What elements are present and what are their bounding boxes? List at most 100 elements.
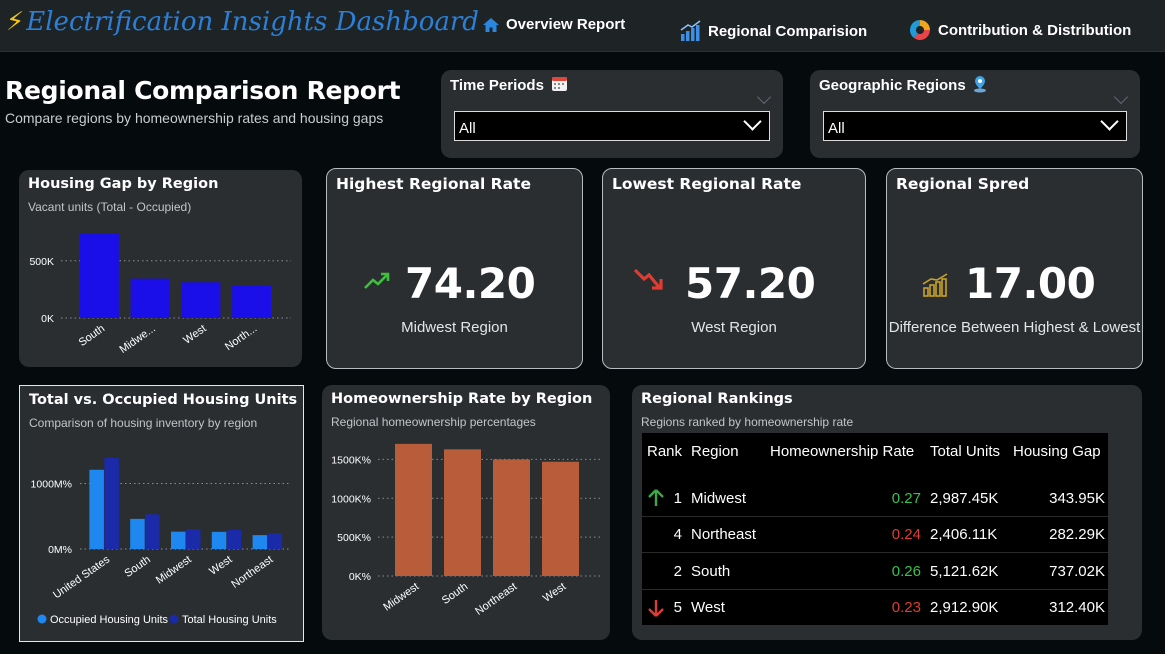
kpi-value: 57.20 (685, 259, 816, 308)
row-divider (642, 552, 1108, 553)
x-tick-label: South (440, 581, 470, 607)
chevron-down-icon (743, 112, 762, 131)
bar (181, 282, 221, 318)
total-units-cell: 2,912.90K (930, 599, 999, 616)
column-header-rank[interactable]: Rank (647, 443, 682, 460)
x-tick-label: Northeast (473, 581, 519, 618)
calendar-icon (552, 77, 568, 91)
kpi-caption: Difference Between Highest & Lowest (888, 319, 1141, 336)
bar (226, 530, 242, 549)
regional-spread-card: Regional Spred 17.00 Difference Between … (886, 168, 1143, 369)
bar (89, 469, 104, 549)
chevron-down-icon (756, 89, 772, 105)
dropdown-value: All (828, 120, 845, 137)
rankings-table: Rank Region Homeownership Rate Total Uni… (642, 433, 1108, 625)
legend-marker (37, 614, 47, 624)
nav-label: Contribution & Distribution (938, 21, 1132, 39)
housing-gap-cell: 312.40K (1049, 599, 1105, 616)
nav-overview-report[interactable]: Overview Report (482, 16, 625, 33)
housing-gap-card: Housing Gap by Region Vacant units (Tota… (19, 170, 302, 367)
rank-cell: 2 (673, 563, 682, 580)
region-cell: Midwest (691, 490, 747, 507)
total-units-cell: 5,121.62K (930, 563, 999, 580)
bar (130, 518, 145, 549)
region-cell: West (691, 599, 725, 616)
page-subtitle: Compare regions by homeownership rates a… (5, 110, 384, 126)
legend-marker (169, 614, 179, 624)
bar (444, 449, 481, 576)
dashboard-title: Electrification Insights Dashboard (26, 7, 479, 37)
geographic-region-slicer: Geographic Regions All (810, 70, 1140, 158)
highest-rate-card: Highest Regional Rate 74.20 Midwest Regi… (326, 168, 583, 369)
kpi-value: 74.20 (405, 259, 536, 308)
y-tick-label: 1000M% (31, 479, 72, 491)
lowest-rate-card: Lowest Regional Rate 57.20 West Region (602, 168, 866, 369)
rank-cell: 5 (673, 599, 682, 616)
rate-cell: 0.24 (891, 526, 921, 543)
nav-label: Overview Report (506, 16, 626, 33)
housing-gap-cell: 343.95K (1049, 490, 1105, 507)
y-tick-label: 1000K% (331, 493, 371, 505)
table-subtitle: Regions ranked by homeownership rate (641, 415, 854, 429)
x-tick-label: West (181, 323, 208, 347)
housing-gap-cell: 282.29K (1049, 526, 1105, 543)
homeownership-rate-chart: 0K% 500K% 1000K% 1500K% Midwest South Northeas… (331, 443, 602, 618)
x-tick-label: Midwest (154, 554, 194, 587)
trend-down-icon (633, 268, 663, 290)
geographic-region-dropdown[interactable]: All (823, 111, 1127, 141)
home-icon (483, 17, 499, 32)
total-units-cell: 2,406.11K (930, 526, 998, 543)
y-tick-label: 500K% (337, 532, 371, 544)
top-bar: ⚡ Electrification Insights Dashboard Ove… (0, 0, 1165, 52)
row-divider (642, 589, 1108, 590)
bar (267, 533, 283, 549)
kpi-title: Lowest Regional Rate (612, 175, 802, 193)
kpi-caption: Midwest Region (401, 319, 508, 336)
x-tick-label: South (77, 323, 107, 349)
bar (395, 443, 432, 576)
nav-contribution-distribution[interactable]: Contribution & Distribution (908, 18, 1131, 42)
x-tick-label: Midwe... (117, 323, 157, 356)
trend-up-icon (364, 272, 390, 289)
bar (130, 278, 170, 318)
slicer-label: Time Periods (450, 75, 568, 94)
region-cell: South (691, 563, 731, 580)
total-units-cell: 2,987.45K (930, 490, 999, 507)
bar (104, 458, 119, 549)
column-header-housing-gap[interactable]: Housing Gap (1013, 443, 1101, 460)
time-period-slicer: Time Periods All (441, 70, 783, 158)
rate-cell: 0.26 (891, 563, 921, 580)
x-tick-label: West (541, 581, 568, 605)
homeownership-rate-card: Homeownership Rate by Region Regional ho… (322, 385, 610, 640)
y-tick-label: 0K% (349, 571, 371, 583)
column-header-total-units[interactable]: Total Units (930, 443, 1000, 460)
column-header-rate[interactable]: Homeownership Rate (770, 443, 914, 460)
kpi-title: Highest Regional Rate (336, 175, 531, 193)
y-tick-label: 0M% (48, 544, 72, 556)
rank-cell: 1 (673, 490, 682, 507)
housing-gap-cell: 737.02K (1049, 563, 1105, 580)
kpi-value: 17.00 (965, 259, 1096, 308)
rank-cell: 4 (673, 526, 682, 543)
y-tick-label: 500K (29, 256, 54, 268)
bar (252, 535, 268, 549)
time-period-dropdown[interactable]: All (454, 111, 770, 141)
x-tick-label: United States (51, 553, 112, 601)
nav-regional-comparison[interactable]: Regional Comparision (680, 20, 867, 42)
arrow-up-icon (648, 489, 664, 506)
dashboard-brand: ⚡ Electrification Insights Dashboard (6, 4, 479, 40)
total-vs-occupied-card: Total vs. Occupied Housing Units Compari… (19, 385, 304, 642)
growth-chart-icon (922, 273, 948, 297)
rate-cell: 0.27 (891, 490, 921, 507)
bar (211, 531, 227, 549)
kpi-caption: West Region (691, 319, 777, 336)
bar (79, 233, 119, 318)
y-tick-label: 1500K% (331, 454, 371, 466)
row-divider (642, 516, 1108, 517)
x-tick-label: Midwest (381, 581, 421, 614)
column-header-region[interactable]: Region (691, 443, 739, 460)
dropdown-value: All (459, 120, 476, 137)
x-tick-label: Northeast (229, 554, 275, 591)
bar-growth-icon (680, 20, 701, 41)
rate-cell: 0.23 (891, 599, 921, 616)
